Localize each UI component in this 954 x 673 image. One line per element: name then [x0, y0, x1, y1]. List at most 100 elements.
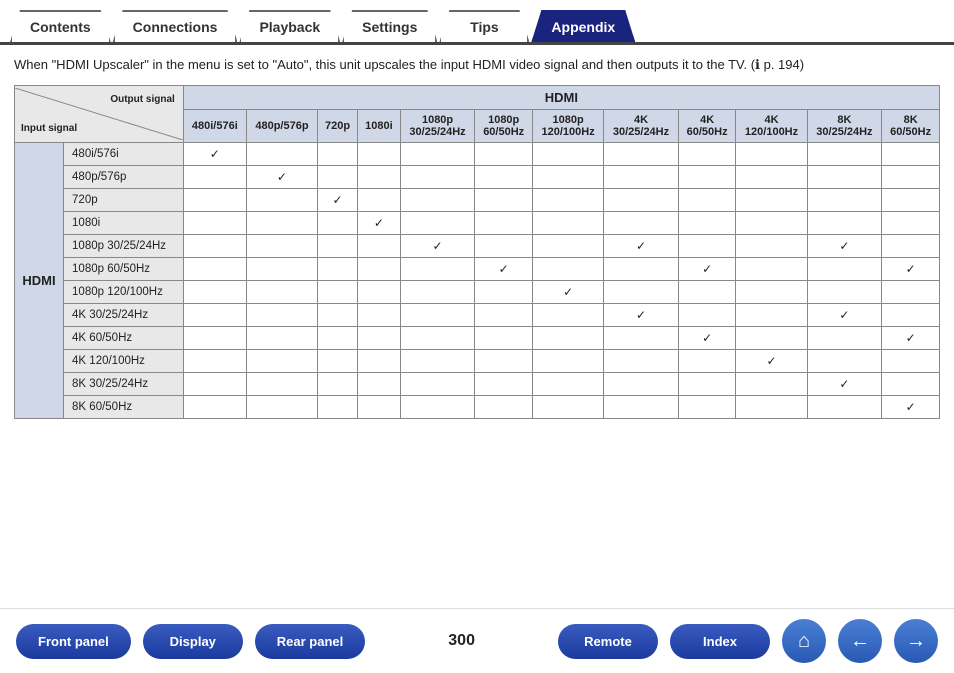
front-panel-button[interactable]: Front panel — [16, 624, 131, 659]
forward-button[interactable]: → — [894, 619, 938, 663]
col-720p: 720p — [318, 110, 358, 143]
table-cell — [358, 143, 401, 166]
table-cell — [400, 373, 475, 396]
table-cell — [475, 304, 533, 327]
table-cell: ✓ — [678, 258, 736, 281]
table-cell — [358, 304, 401, 327]
table-cell — [807, 189, 882, 212]
table-cell — [246, 304, 317, 327]
row-label: 1080p 60/50Hz — [64, 258, 184, 281]
table-cell — [318, 327, 358, 350]
table-cell — [807, 166, 882, 189]
table-cell — [318, 258, 358, 281]
table-cell: ✓ — [533, 281, 604, 304]
table-cell — [246, 396, 317, 419]
check-mark: ✓ — [906, 262, 916, 276]
tab-connections[interactable]: Connections — [113, 10, 238, 42]
table-cell — [475, 350, 533, 373]
table-cell — [533, 373, 604, 396]
table-cell: ✓ — [882, 327, 940, 350]
table-cell — [604, 166, 679, 189]
table-cell — [246, 373, 317, 396]
table-cell — [604, 373, 679, 396]
table-cell — [318, 373, 358, 396]
table-cell — [183, 281, 246, 304]
table-cell — [318, 235, 358, 258]
table-cell — [475, 143, 533, 166]
table-cell — [882, 373, 940, 396]
check-mark: ✓ — [333, 193, 343, 207]
table-cell — [358, 327, 401, 350]
table-cell: ✓ — [358, 212, 401, 235]
table-cell — [736, 189, 807, 212]
tab-contents[interactable]: Contents — [10, 10, 111, 42]
check-mark: ✓ — [433, 239, 443, 253]
table-cell — [400, 396, 475, 419]
table-cell — [475, 212, 533, 235]
tab-settings[interactable]: Settings — [342, 10, 437, 42]
row-label: 8K 30/25/24Hz — [64, 373, 184, 396]
table-cell — [533, 189, 604, 212]
table-cell: ✓ — [475, 258, 533, 281]
table-cell — [807, 281, 882, 304]
col-480p: 480p/576p — [246, 110, 317, 143]
table-cell — [318, 212, 358, 235]
table-cell — [533, 304, 604, 327]
tab-appendix[interactable]: Appendix — [531, 10, 635, 42]
table-cell — [807, 327, 882, 350]
row-label: 480p/576p — [64, 166, 184, 189]
table-cell — [246, 258, 317, 281]
table-cell — [533, 258, 604, 281]
home-button[interactable]: ⌂ — [782, 619, 826, 663]
display-button[interactable]: Display — [143, 624, 243, 659]
col-1080p-30: 1080p30/25/24Hz — [400, 110, 475, 143]
signal-table: Output signal Input signal HDMI 480i/576… — [14, 85, 940, 419]
row-label: 8K 60/50Hz — [64, 396, 184, 419]
check-mark: ✓ — [277, 170, 287, 184]
table-cell — [358, 373, 401, 396]
table-cell — [604, 327, 679, 350]
table-cell — [246, 212, 317, 235]
table-cell — [678, 189, 736, 212]
table-cell — [533, 396, 604, 419]
table-cell — [358, 189, 401, 212]
table-cell — [183, 396, 246, 419]
table-cell — [183, 212, 246, 235]
hdmi-header: HDMI — [183, 86, 939, 110]
col-4k-30: 4K30/25/24Hz — [604, 110, 679, 143]
table-cell — [678, 350, 736, 373]
index-button[interactable]: Index — [670, 624, 770, 659]
table-cell — [475, 166, 533, 189]
check-mark: ✓ — [839, 308, 849, 322]
table-cell — [533, 212, 604, 235]
table-cell — [183, 304, 246, 327]
col-1080i: 1080i — [358, 110, 401, 143]
row-label: 4K 120/100Hz — [64, 350, 184, 373]
table-cell — [400, 304, 475, 327]
tab-tips[interactable]: Tips — [439, 10, 529, 42]
table-cell — [736, 166, 807, 189]
table-cell — [807, 212, 882, 235]
remote-button[interactable]: Remote — [558, 624, 658, 659]
check-mark: ✓ — [906, 400, 916, 414]
table-cell — [533, 235, 604, 258]
table-cell — [604, 258, 679, 281]
table-cell — [533, 143, 604, 166]
check-mark: ✓ — [374, 216, 384, 230]
back-button[interactable]: ← — [838, 619, 882, 663]
table-cell — [475, 396, 533, 419]
table-cell — [882, 281, 940, 304]
table-cell — [736, 143, 807, 166]
row-label: 4K 60/50Hz — [64, 327, 184, 350]
check-mark: ✓ — [499, 262, 509, 276]
rear-panel-button[interactable]: Rear panel — [255, 624, 365, 659]
table-cell: ✓ — [807, 235, 882, 258]
table-cell — [736, 373, 807, 396]
table-cell — [246, 350, 317, 373]
table-cell — [358, 281, 401, 304]
tab-playback[interactable]: Playback — [239, 10, 340, 42]
table-cell — [358, 396, 401, 419]
table-cell — [604, 189, 679, 212]
table-cell: ✓ — [183, 143, 246, 166]
table-cell — [604, 281, 679, 304]
